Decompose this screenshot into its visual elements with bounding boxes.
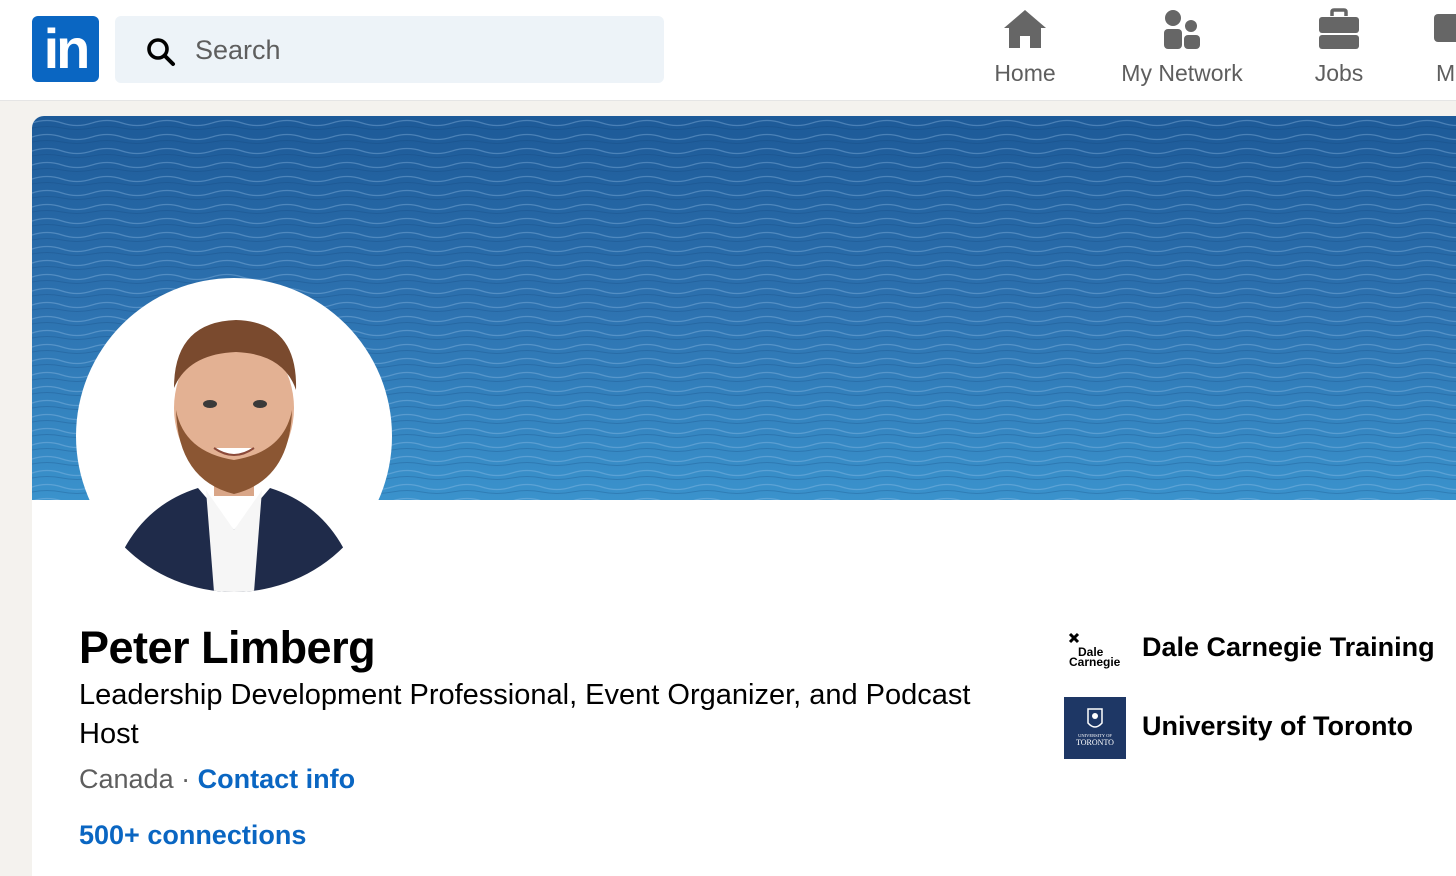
- contact-info-link[interactable]: Contact info: [198, 764, 355, 794]
- location-separator: ·: [173, 764, 198, 794]
- home-icon: [1004, 10, 1046, 48]
- org-name-dale-carnegie: Dale Carnegie Training: [1142, 632, 1435, 662]
- linkedin-logo[interactable]: in: [32, 16, 99, 82]
- briefcase-icon: [1319, 8, 1359, 49]
- search-icon: [147, 38, 175, 66]
- nav-my-network-label: My Network: [1121, 60, 1243, 86]
- nav-messaging[interactable]: M: [1428, 8, 1456, 94]
- dale-carnegie-logo: Dale Carnegie: [1064, 618, 1126, 680]
- nav-jobs-label: Jobs: [1314, 60, 1364, 86]
- nav-home-label: Home: [994, 60, 1056, 86]
- nav-my-network[interactable]: My Network: [1110, 8, 1254, 94]
- global-nav: in Home My Network Jobs: [0, 0, 1456, 101]
- nav-messaging-label: M: [1436, 60, 1456, 86]
- network-icon: [1164, 10, 1200, 49]
- location-row: Canada · Contact info: [79, 764, 355, 795]
- profile-headline: Leadership Development Professional, Eve…: [79, 679, 971, 750]
- nav-jobs[interactable]: Jobs: [1300, 8, 1378, 94]
- org-name-university-of-toronto: University of Toronto: [1142, 711, 1414, 741]
- svg-text:TORONTO: TORONTO: [1076, 738, 1114, 747]
- profile-name: Peter Limberg: [79, 622, 376, 673]
- connections-link[interactable]: 500+ connections: [79, 820, 306, 851]
- university-of-toronto-logo: UNIVERSITY OF TORONTO: [1064, 697, 1126, 759]
- profile-location: Canada: [79, 764, 174, 794]
- profile-photo-illustration: [78, 280, 390, 592]
- profile-photo[interactable]: [78, 280, 390, 592]
- search-bar[interactable]: [115, 16, 664, 85]
- svg-text:Carnegie: Carnegie: [1069, 655, 1121, 669]
- profile-card: Peter Limberg Leadership Development Pro…: [32, 116, 1456, 876]
- nav-home[interactable]: Home: [985, 8, 1065, 94]
- search-input[interactable]: [193, 16, 637, 85]
- messaging-icon: [1434, 14, 1456, 42]
